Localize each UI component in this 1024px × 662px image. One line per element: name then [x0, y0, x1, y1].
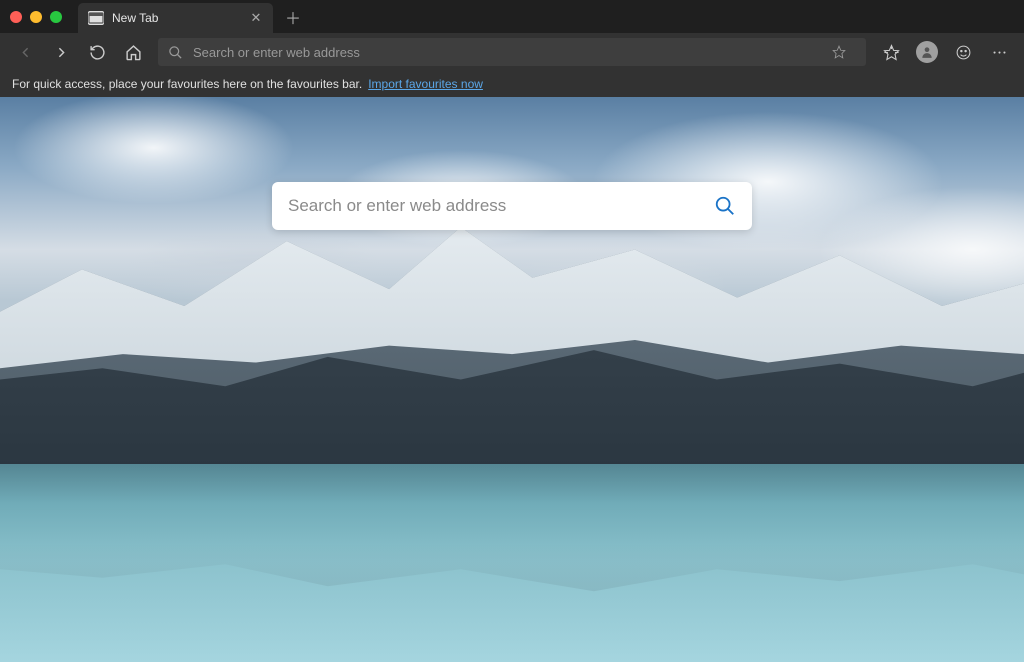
- profile-button[interactable]: [910, 37, 944, 67]
- search-icon[interactable]: [714, 195, 736, 217]
- favourite-star-button[interactable]: [832, 37, 856, 67]
- page-icon: [88, 11, 104, 25]
- new-tab-button[interactable]: ＋: [283, 5, 303, 29]
- import-favourites-link[interactable]: Import favourites now: [368, 77, 483, 91]
- maximize-window-button[interactable]: [50, 11, 62, 23]
- feedback-button[interactable]: [946, 37, 980, 67]
- favourites-hint-text: For quick access, place your favourites …: [12, 77, 362, 91]
- toolbar: [0, 33, 1024, 71]
- search-icon: [168, 45, 183, 60]
- address-bar[interactable]: [158, 38, 866, 66]
- close-window-button[interactable]: [10, 11, 22, 23]
- home-button[interactable]: [116, 37, 150, 67]
- favourites-bar: For quick access, place your favourites …: [0, 71, 1024, 97]
- center-search-input[interactable]: [288, 196, 714, 216]
- content-area: [0, 97, 1024, 662]
- close-tab-button[interactable]: ✕: [249, 11, 263, 25]
- tab-new-tab[interactable]: New Tab ✕: [78, 3, 273, 33]
- address-input[interactable]: [193, 45, 832, 60]
- favourites-button[interactable]: [874, 37, 908, 67]
- title-bar: New Tab ✕ ＋: [0, 0, 1024, 33]
- tab-title: New Tab: [112, 11, 158, 25]
- avatar: [916, 41, 938, 63]
- more-menu-button[interactable]: [982, 37, 1016, 67]
- center-search-box[interactable]: [272, 182, 752, 230]
- refresh-button[interactable]: [80, 37, 114, 67]
- forward-button[interactable]: [44, 37, 78, 67]
- window-controls: [10, 11, 62, 23]
- minimize-window-button[interactable]: [30, 11, 42, 23]
- back-button[interactable]: [8, 37, 42, 67]
